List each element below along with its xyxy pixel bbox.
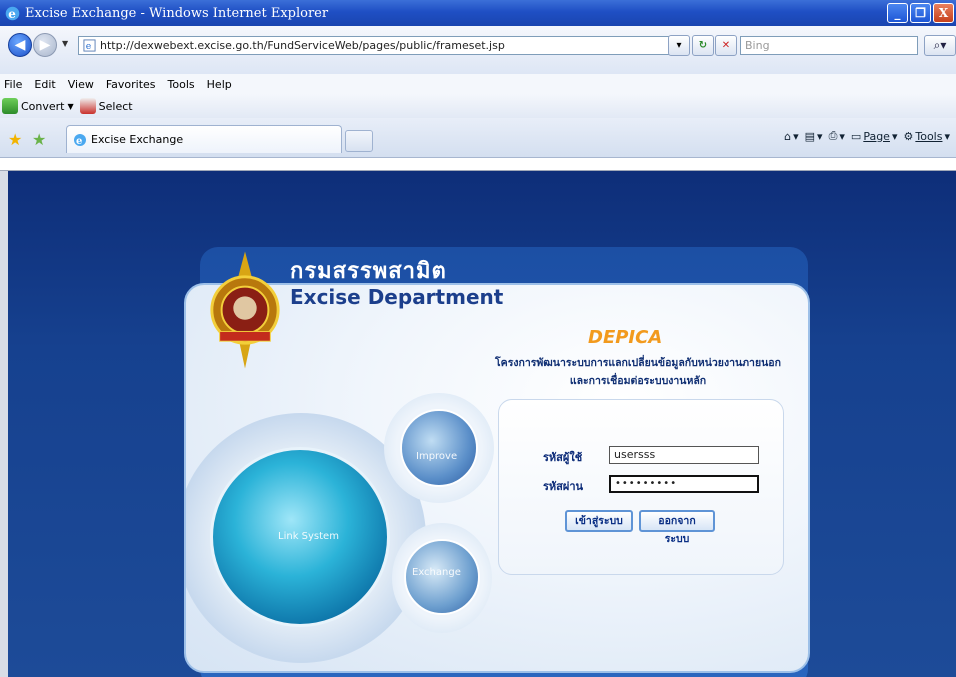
back-button[interactable]: ◀ <box>8 33 32 57</box>
url-text: http://dexwebext.excise.go.th/FundServic… <box>100 39 505 52</box>
forward-arrow-icon: ▶ <box>39 37 51 53</box>
department-name-english: Excise Department <box>290 285 504 309</box>
ie-tab-icon: e <box>74 133 86 147</box>
search-icon: ⌕▾ <box>933 38 947 52</box>
tools-menu-button[interactable]: ⚙ Tools ▾ <box>903 130 950 143</box>
page-menu-button[interactable]: ▭ Page ▾ <box>851 130 898 143</box>
tools-menu-label: Tools <box>915 129 943 143</box>
username-label: รหัสผู้ใช้ <box>543 451 583 464</box>
menu-edit[interactable]: Edit <box>34 78 55 91</box>
dropdown-icon: ▾ <box>676 40 682 51</box>
search-input[interactable]: Bing <box>740 36 918 55</box>
svg-text:e: e <box>8 6 16 20</box>
address-bar[interactable]: e http://dexwebext.excise.go.th/FundServ… <box>78 36 688 55</box>
feeds-button[interactable]: ▤ ▾ <box>805 130 823 143</box>
page-top-edge <box>0 158 956 171</box>
page-menu-label: Page <box>863 129 890 143</box>
rss-icon: ▤ <box>804 129 816 143</box>
exchange-label: Exchange <box>412 567 461 578</box>
improve-image <box>400 409 478 487</box>
forward-button[interactable]: ▶ <box>33 33 57 57</box>
menu-tools[interactable]: Tools <box>168 78 195 91</box>
command-toolbar: ⌂ ▾ ▤ ▾ ⎙ ▾ ▭ Page ▾ ⚙ Tools ▾ <box>784 129 950 143</box>
address-dropdown-button[interactable]: ▾ <box>668 35 690 56</box>
minimize-button[interactable]: _ <box>887 3 908 23</box>
menu-file[interactable]: File <box>4 78 22 91</box>
ie-logo-icon: e <box>5 6 20 20</box>
print-button[interactable]: ⎙ ▾ <box>829 129 845 143</box>
menu-bar: File Edit View Favorites Tools Help <box>0 74 956 94</box>
page-icon: ▭ <box>850 129 862 143</box>
select-icon <box>79 98 96 114</box>
tab-row: ★ ★ e Excise Exchange ⌂ ▾ ▤ ▾ ⎙ ▾ ▭ Page ▾ ⚙… <box>0 118 956 158</box>
home-icon: ⌂ <box>784 129 792 143</box>
improve-label: Improve <box>416 451 458 462</box>
search-button[interactable]: ⌕▾ <box>924 35 956 56</box>
browser-left-frame <box>0 171 8 677</box>
window-title-bar: e Excise Exchange - Windows Internet Exp… <box>0 0 956 26</box>
login-form: รหัสผู้ใช้ usersss รหัสผ่าน ••••••••• เข… <box>498 399 784 575</box>
history-dropdown-icon[interactable]: ▼ <box>62 39 68 48</box>
password-label: รหัสผ่าน <box>543 480 584 493</box>
login-button[interactable]: เข้าสู่ระบบ <box>565 510 633 532</box>
logout-button[interactable]: ออกจากระบบ <box>639 510 715 545</box>
excise-department-emblem-icon <box>210 251 280 369</box>
menu-view[interactable]: View <box>68 78 94 91</box>
command-bar: Convert ▼ Select <box>0 94 956 118</box>
new-tab-button[interactable] <box>345 130 373 152</box>
convert-dropdown-icon: ▼ <box>67 101 74 111</box>
back-arrow-icon: ◀ <box>14 37 26 53</box>
select-button[interactable]: Select <box>79 98 133 114</box>
convert-button[interactable]: Convert ▼ <box>2 98 74 114</box>
favorites-star-icon[interactable]: ★ <box>8 130 22 149</box>
department-name-thai: กรมสรรพสามิต <box>290 259 447 284</box>
project-title-line2: และการเชื่อมต่อระบบงานหลัก <box>569 375 707 387</box>
home-button[interactable]: ⌂ ▾ <box>784 130 799 143</box>
close-window-button[interactable]: X <box>933 3 954 23</box>
refresh-button[interactable]: ↻ <box>692 35 714 56</box>
page-content: Link System Improve Exchange กรมสรรพสามิ… <box>8 171 956 677</box>
app-name: DEPICA <box>588 327 663 348</box>
stop-icon: ✕ <box>721 40 731 51</box>
address-row: ◀ ▶ ▼ e http://dexwebext.excise.go.th/Fu… <box>0 26 956 74</box>
select-label: Select <box>98 99 133 113</box>
tab-label: Excise Exchange <box>91 133 184 146</box>
password-input[interactable]: ••••••••• <box>609 475 759 493</box>
window-title: Excise Exchange - Windows Internet Explo… <box>25 5 329 21</box>
menu-help[interactable]: Help <box>207 78 232 91</box>
page-icon: e <box>83 39 96 52</box>
svg-text:e: e <box>76 136 82 147</box>
convert-icon <box>2 98 18 114</box>
tab-excise-exchange[interactable]: e Excise Exchange <box>66 125 342 153</box>
gear-icon: ⚙ <box>903 129 914 143</box>
add-favorites-icon[interactable]: ★ <box>32 130 46 149</box>
link-system-label: Link System <box>278 531 339 542</box>
printer-icon: ⎙ <box>828 129 838 142</box>
project-title-line1: โครงการพัฒนาระบบการแลกเปลี่ยนข้อมูลกับหน… <box>495 357 781 369</box>
menu-favorites[interactable]: Favorites <box>106 78 156 91</box>
stop-button[interactable]: ✕ <box>715 35 737 56</box>
maximize-button[interactable]: ❐ <box>910 3 931 23</box>
convert-label: Convert <box>21 99 65 113</box>
svg-text:e: e <box>86 41 92 52</box>
refresh-icon: ↻ <box>698 40 708 51</box>
username-input[interactable]: usersss <box>609 446 759 464</box>
